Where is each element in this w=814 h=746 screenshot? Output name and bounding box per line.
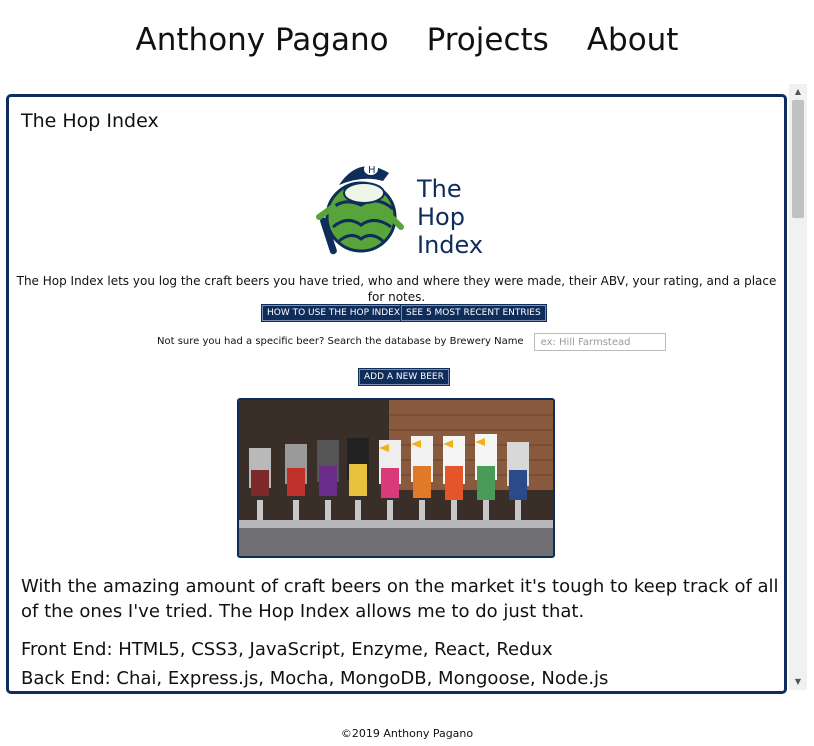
tap-handles-photo bbox=[237, 398, 555, 558]
project-frame: The Hop Index H The Hop Index The Hop In… bbox=[6, 94, 787, 694]
footer-copyright: ©2019 Anthony Pagano bbox=[340, 727, 474, 740]
project-intro: The Hop Index lets you log the craft bee… bbox=[16, 274, 777, 304]
top-nav: Anthony Pagano Projects About bbox=[0, 0, 814, 84]
recent-entries-button[interactable]: SEE 5 MOST RECENT ENTRIES bbox=[401, 305, 546, 321]
hop-mascot-icon: H bbox=[316, 163, 404, 255]
search-row: Not sure you had a specific beer? Search… bbox=[157, 333, 666, 351]
brewery-search-input[interactable] bbox=[533, 333, 666, 351]
scrollbar[interactable]: ▲ ▼ bbox=[789, 84, 807, 690]
how-to-use-button[interactable]: HOW TO USE THE HOP INDEX bbox=[262, 305, 406, 321]
project-description: With the amazing amount of craft beers o… bbox=[21, 576, 779, 622]
back-end-stack: Back End: Chai, Express.js, Mocha, Mongo… bbox=[21, 668, 609, 689]
nav-links: Anthony Pagano Projects About bbox=[136, 20, 679, 60]
front-end-stack: Front End: HTML5, CSS3, JavaScript, Enzy… bbox=[21, 639, 553, 660]
hop-index-logo: H The Hop Index bbox=[309, 147, 494, 259]
nav-link-home[interactable]: Anthony Pagano bbox=[136, 20, 389, 60]
add-beer-button[interactable]: ADD A NEW BEER bbox=[359, 369, 449, 385]
scroll-thumb[interactable] bbox=[792, 100, 804, 218]
scroll-down-arrow-icon[interactable]: ▼ bbox=[789, 674, 807, 690]
nav-link-projects[interactable]: Projects bbox=[427, 20, 549, 60]
scroll-up-arrow-icon[interactable]: ▲ bbox=[789, 84, 807, 100]
project-title: The Hop Index bbox=[21, 110, 159, 132]
tech-stack: Front End: HTML5, CSS3, JavaScript, Enzy… bbox=[21, 635, 781, 691]
search-label: Not sure you had a specific beer? Search… bbox=[157, 336, 524, 347]
nav-link-about[interactable]: About bbox=[587, 20, 679, 60]
logo-text: The Hop Index bbox=[417, 175, 484, 259]
svg-text:H: H bbox=[368, 165, 376, 176]
